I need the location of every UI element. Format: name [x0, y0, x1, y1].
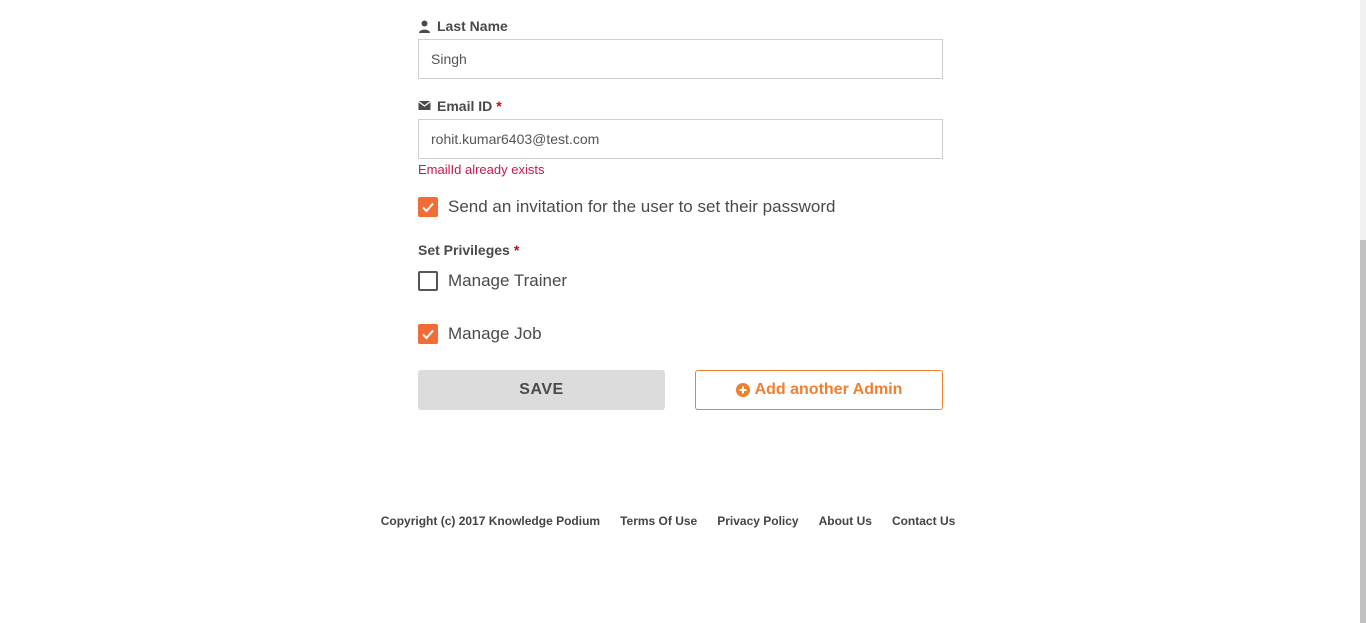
email-error-message: EmailId already exists [418, 162, 545, 177]
checkmark-icon [422, 329, 434, 340]
footer-link-privacy[interactable]: Privacy Policy [717, 514, 798, 528]
manage-job-label: Manage Job [448, 324, 542, 343]
add-another-admin-button[interactable]: Add another Admin [695, 370, 943, 410]
manage-job-checkbox[interactable] [418, 324, 438, 344]
last-name-label-text: Last Name [437, 18, 508, 34]
email-label-text: Email ID [437, 98, 493, 114]
add-another-admin-label: Add another Admin [754, 381, 903, 398]
email-label: Email ID * [418, 98, 502, 114]
footer-copyright: Copyright (c) 2017 Knowledge Podium [380, 514, 601, 528]
envelope-icon [418, 100, 431, 113]
plus-circle-icon [735, 383, 750, 397]
user-icon [418, 20, 431, 33]
last-name-input[interactable] [418, 39, 943, 79]
privilege-manage-job-row[interactable]: Manage Job [418, 324, 542, 344]
email-required-mark: * [496, 98, 502, 114]
invite-checkbox-label: Send an invitation for the user to set t… [448, 197, 836, 216]
privileges-label-text: Set Privileges [418, 242, 510, 258]
footer-link-terms[interactable]: Terms Of Use [620, 514, 697, 528]
last-name-label: Last Name [418, 18, 508, 34]
scrollbar-thumb[interactable] [1360, 240, 1366, 623]
privilege-manage-trainer-row[interactable]: Manage Trainer [418, 271, 567, 291]
manage-trainer-checkbox[interactable] [418, 271, 438, 291]
footer-link-about[interactable]: About Us [819, 514, 872, 528]
footer: Copyright (c) 2017 Knowledge Podium Term… [0, 514, 1336, 528]
privileges-label: Set Privileges * [418, 242, 519, 258]
manage-trainer-label: Manage Trainer [448, 271, 568, 290]
invite-checkbox-row[interactable]: Send an invitation for the user to set t… [418, 197, 835, 217]
privileges-required-mark: * [513, 242, 520, 258]
save-button[interactable]: SAVE [418, 370, 665, 410]
email-input[interactable] [418, 119, 943, 159]
invite-checkbox[interactable] [418, 197, 438, 217]
checkmark-icon [422, 202, 434, 213]
footer-link-contact[interactable]: Contact Us [892, 514, 955, 528]
